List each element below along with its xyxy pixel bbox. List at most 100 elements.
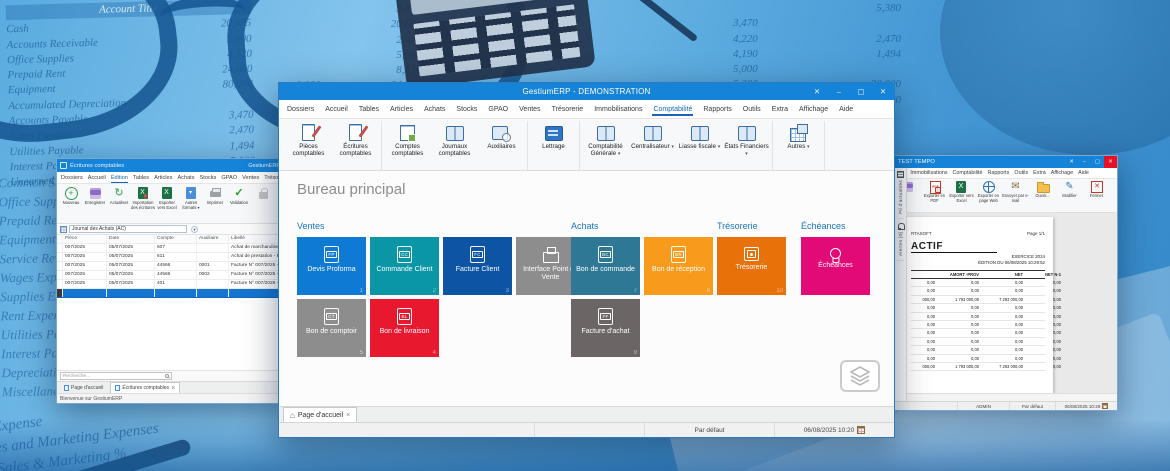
menu-item[interactable]: GPAO	[487, 103, 509, 116]
menu-item[interactable]: Stocks	[200, 173, 217, 183]
menu-item[interactable]: Achats	[177, 173, 194, 183]
table-row[interactable]: 007/202505/07/2025445660001Facture N° 00…	[57, 262, 283, 271]
toolbar-button[interactable]: Exporter vers Excel	[155, 186, 179, 223]
combo-dropdown-icon[interactable]: ▾	[191, 226, 198, 233]
menu-item[interactable]: Stocks	[455, 103, 478, 116]
table-row[interactable]: 007/202505/07/2025607Achat de marchandis…	[57, 244, 283, 253]
dashboard-tile[interactable]: CT Bon de comptoir 5	[297, 299, 366, 357]
menu-item[interactable]: Ventes	[518, 103, 541, 116]
menu-item[interactable]: Accueil	[88, 173, 106, 183]
menu-item[interactable]: Extra	[771, 103, 789, 116]
toolbar-button[interactable]: Nouveau	[59, 186, 83, 223]
status-datetime[interactable]: 06/08/2025 10:29	[1055, 402, 1117, 410]
dashboard-tile[interactable]: Échéances	[801, 237, 870, 295]
dashboard-tile[interactable]: BL Bon de livraison 4	[370, 299, 439, 357]
menu-item[interactable]: Comptabilité	[953, 170, 983, 176]
toolbar-button[interactable]: Exporter en page Web	[975, 181, 1002, 212]
menu-item[interactable]: Immobilisations	[910, 170, 947, 176]
toolbar-button[interactable]: Importation des écritures	[131, 186, 155, 223]
tab-close-icon[interactable]: ×	[171, 385, 175, 392]
menu-item[interactable]: Affichage	[798, 103, 829, 116]
menu-item[interactable]: Aide	[838, 103, 854, 116]
ribbon-button[interactable]: Comptabilité Générale ▾	[582, 121, 629, 158]
window-control-button[interactable]: ✕	[1065, 156, 1078, 168]
menu-item[interactable]: Articles	[154, 173, 172, 183]
dashboard-tile[interactable]: FF Facture d'achat 9	[571, 299, 640, 357]
search-input[interactable]: Recherche...	[60, 372, 172, 380]
ribbon-button[interactable]: Écritures comptables	[332, 121, 379, 158]
menu-item[interactable]: Outils	[1014, 170, 1028, 176]
table-row[interactable]: 007/202505/07/2025611Achat de prestation…	[57, 253, 283, 262]
menu-item[interactable]: Articles	[389, 103, 414, 116]
menu-item[interactable]: Ventes	[242, 173, 259, 183]
status-datetime[interactable]: 06/08/2025 10:20	[774, 423, 894, 437]
menu-item[interactable]: Extra	[1033, 170, 1046, 176]
side-tab[interactable]: Fil d'actualités	[897, 171, 904, 219]
window-control-button[interactable]: ✕	[806, 83, 828, 100]
toolbar-button[interactable]: Ouvrir...	[1029, 181, 1056, 212]
layers-button[interactable]	[840, 360, 880, 392]
table-row[interactable]: 007/202505/07/2025445660002Facture N° 00…	[57, 271, 283, 280]
column-header[interactable]: Compte	[155, 235, 197, 243]
ribbon-button[interactable]: Autres ▾	[775, 121, 822, 151]
toolbar-button[interactable]: Modifier	[1056, 181, 1083, 212]
toolbar-button[interactable]: Imprimer	[203, 186, 227, 223]
menu-item[interactable]: Affichage	[1051, 170, 1073, 176]
menu-item[interactable]: Tables	[358, 103, 380, 116]
menu-item[interactable]: Immobilisations	[593, 103, 643, 116]
toolbar-button[interactable]: Autres formats ▾	[179, 186, 203, 223]
tab-page-accueil[interactable]: ⌂ Page d'accueil ×	[283, 407, 357, 422]
dashboard-tile[interactable]: FC Facture Client 3	[443, 237, 512, 295]
window-control-button[interactable]: ▢	[850, 83, 872, 100]
toolbar-button[interactable]	[251, 186, 275, 223]
window-control-button[interactable]: ✕	[872, 83, 894, 100]
column-header[interactable]: Auxiliaire	[197, 235, 229, 243]
ribbon-button[interactable]: Lettrage	[530, 121, 577, 151]
window-control-button[interactable]: ▢	[1091, 156, 1104, 168]
column-header[interactable]: Pièce	[63, 235, 107, 243]
toolbar-button[interactable]: Envoyer par e-mail	[1002, 181, 1029, 212]
document-tab[interactable]: Écritures comptables ×	[110, 382, 180, 393]
toolbar-button[interactable]: Exporter en PDF	[921, 181, 948, 212]
dashboard-tile[interactable]: BC Bon de commande 7	[571, 237, 640, 295]
menu-item[interactable]: Comptabilité	[652, 103, 693, 116]
column-header[interactable]: Libellé	[229, 235, 283, 243]
ribbon-button[interactable]: États Financiers ▾	[723, 121, 770, 158]
window-control-button[interactable]: –	[1078, 156, 1091, 168]
dashboard-tile[interactable]: Trésorerie 10	[717, 237, 786, 295]
menu-item[interactable]: GPAO	[221, 173, 237, 183]
ribbon-button[interactable]: Comptes comptables	[384, 121, 431, 158]
toolbar-button[interactable]: Exporter vers Excel	[948, 181, 975, 212]
menu-item[interactable]: Rapports	[702, 103, 732, 116]
horizontal-scrollbar[interactable]	[907, 393, 1117, 401]
window-control-button[interactable]: –	[828, 83, 850, 100]
close-button[interactable]: ✕	[1104, 156, 1117, 168]
selected-empty-row[interactable]	[57, 289, 283, 298]
dashboard-tile[interactable]: CC Commande Client 2	[370, 237, 439, 295]
menu-item[interactable]: Dossiers	[61, 173, 83, 183]
main-titlebar[interactable]: GestiumERP - DEMONSTRATION ✕–▢✕	[279, 83, 894, 100]
dashboard-tile[interactable]: BR Bon de réception 8	[644, 237, 713, 295]
menu-item[interactable]: Accueil	[324, 103, 349, 116]
menu-item[interactable]: Rapports	[988, 170, 1010, 176]
table-row[interactable]: 007/202505/07/2025401Facture N° 007/2025…	[57, 280, 283, 289]
tab-close-icon[interactable]: ×	[346, 412, 350, 419]
left-window-titlebar[interactable]: Écritures comptables GestiumERP	[57, 159, 283, 172]
document-tab[interactable]: Page d'accueil	[60, 382, 109, 393]
menu-item[interactable]: Dossiers	[286, 103, 315, 116]
side-tab[interactable]: Alertes [0]	[897, 223, 904, 261]
journal-combo[interactable]: Journal des Achats (AC)	[69, 225, 187, 233]
menu-item[interactable]: Outils	[742, 103, 762, 116]
menu-item[interactable]: Aide	[1078, 170, 1089, 176]
toolbar-button[interactable]: Validation	[227, 186, 251, 223]
ribbon-button[interactable]: Liasse fiscale ▾	[676, 121, 723, 151]
column-header[interactable]: Date	[107, 235, 155, 243]
right-window-titlebar[interactable]: TEST TEMPO ✕–▢ ✕	[894, 156, 1117, 168]
menu-item[interactable]: Tables	[133, 173, 149, 183]
menu-item[interactable]: Achats	[423, 103, 446, 116]
toolbar-button[interactable]: Actualiser	[107, 186, 131, 223]
ribbon-button[interactable]: Centralisateur ▾	[629, 121, 676, 151]
dashboard-tile[interactable]: FP Devis Proforma 1	[297, 237, 366, 295]
ribbon-button[interactable]: Pièces comptables	[285, 121, 332, 158]
toolbar-button[interactable]: Enregistrer	[83, 186, 107, 223]
